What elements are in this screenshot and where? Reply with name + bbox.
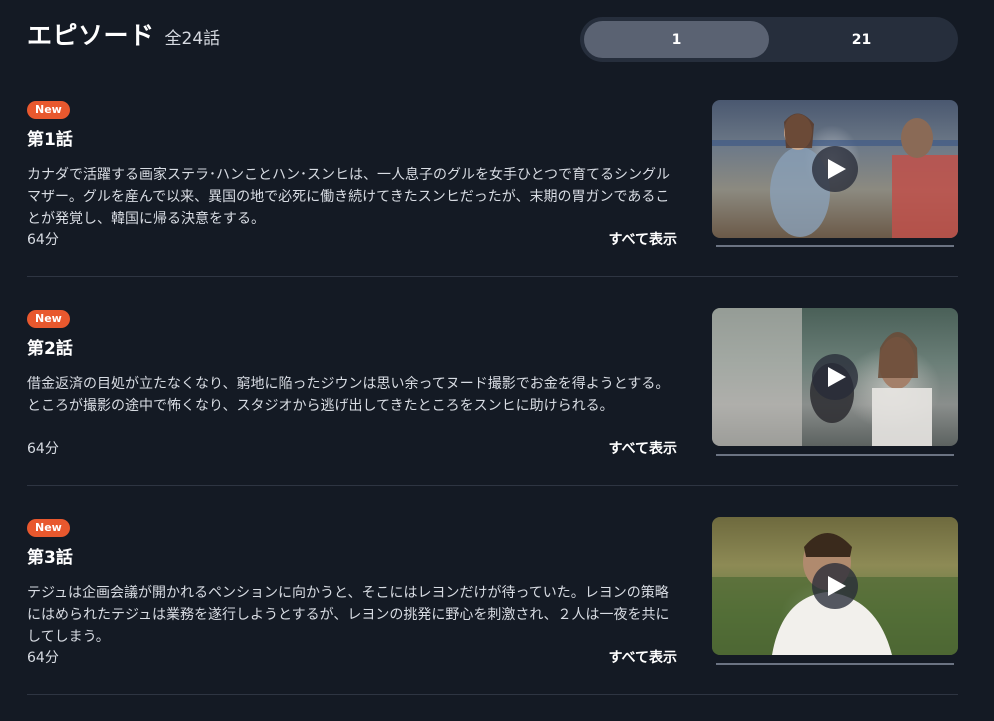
episode-title[interactable]: 第2話 bbox=[27, 334, 677, 359]
range-option-21[interactable]: 21 bbox=[769, 21, 954, 58]
page-title: エピソード bbox=[27, 21, 155, 50]
range-option-1[interactable]: 1 bbox=[584, 21, 769, 58]
episode-item: New 第1話 カナダで活躍する画家ステラ･ハンことハン･スンヒは、一人息子のグ… bbox=[27, 98, 958, 277]
episode-meta: 64分 すべて表示 bbox=[27, 647, 677, 667]
show-all-button[interactable]: すべて表示 bbox=[609, 647, 677, 667]
episode-duration: 64分 bbox=[27, 232, 59, 248]
episode-thumbnail[interactable] bbox=[712, 308, 958, 446]
episode-title[interactable]: 第1話 bbox=[27, 125, 677, 150]
episode-meta: 64分 すべて表示 bbox=[27, 438, 677, 458]
episode-title[interactable]: 第3話 bbox=[27, 543, 677, 568]
episode-item: New 第2話 借金返済の目処が立たなくなり、窮地に陥ったジウンは思い余ってヌー… bbox=[27, 307, 958, 486]
episode-info: New 第2話 借金返済の目処が立たなくなり、窮地に陥ったジウンは思い余ってヌー… bbox=[27, 307, 677, 417]
episode-count: 全24話 bbox=[164, 29, 221, 49]
divider bbox=[27, 276, 958, 277]
show-all-button[interactable]: すべて表示 bbox=[609, 438, 677, 458]
watch-progress-bar bbox=[716, 663, 954, 665]
watch-progress-bar bbox=[716, 454, 954, 456]
episode-header: エピソード 全24話 bbox=[27, 16, 220, 52]
play-icon[interactable] bbox=[812, 563, 858, 609]
episode-info: New 第3話 テジュは企画会議が開かれるペンションに向かうと、そこにはレヨンだ… bbox=[27, 516, 677, 648]
episode-item: New 第3話 テジュは企画会議が開かれるペンションに向かうと、そこにはレヨンだ… bbox=[27, 516, 958, 695]
play-icon[interactable] bbox=[812, 146, 858, 192]
episode-duration: 64分 bbox=[27, 650, 59, 666]
episode-page: エピソード 全24話 1 21 New 第1話 カナダで活躍する画家ステラ･ハン… bbox=[0, 0, 994, 721]
episode-description: カナダで活躍する画家ステラ･ハンことハン･スンヒは、一人息子のグルを女手ひとつで… bbox=[27, 167, 671, 227]
episode-description: テジュは企画会議が開かれるペンションに向かうと、そこにはレヨンだけが待っていた。… bbox=[27, 585, 670, 645]
episode-description: 借金返済の目処が立たなくなり、窮地に陥ったジウンは思い余ってヌード撮影でお金を得… bbox=[27, 376, 670, 414]
new-badge: New bbox=[27, 519, 70, 537]
divider bbox=[27, 694, 958, 695]
watch-progress-bar bbox=[716, 245, 954, 247]
divider bbox=[27, 485, 958, 486]
show-all-button[interactable]: すべて表示 bbox=[609, 229, 677, 249]
new-badge: New bbox=[27, 101, 70, 119]
episode-thumbnail[interactable] bbox=[712, 517, 958, 655]
episode-meta: 64分 すべて表示 bbox=[27, 229, 677, 249]
play-icon[interactable] bbox=[812, 354, 858, 400]
episode-thumbnail[interactable] bbox=[712, 100, 958, 238]
new-badge: New bbox=[27, 310, 70, 328]
episode-range-toggle: 1 21 bbox=[580, 17, 958, 62]
episode-info: New 第1話 カナダで活躍する画家ステラ･ハンことハン･スンヒは、一人息子のグ… bbox=[27, 98, 677, 230]
episode-duration: 64分 bbox=[27, 441, 59, 457]
